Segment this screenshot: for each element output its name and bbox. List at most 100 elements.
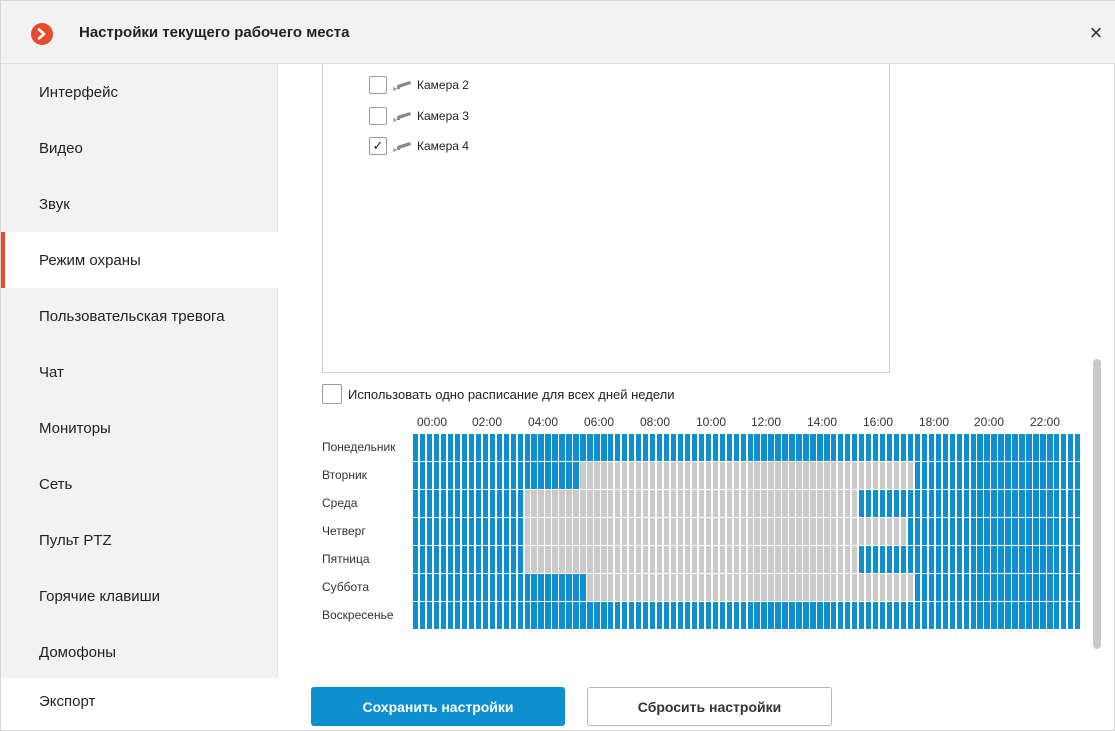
schedule-cell[interactable] xyxy=(789,434,795,461)
schedule-cell[interactable] xyxy=(865,546,872,573)
schedule-cell[interactable] xyxy=(991,546,997,573)
schedule-cell[interactable] xyxy=(608,518,614,545)
schedule-cell[interactable] xyxy=(649,490,656,517)
schedule-cell[interactable] xyxy=(810,602,816,629)
schedule-cell[interactable] xyxy=(684,602,691,629)
schedule-cell[interactable] xyxy=(998,574,1004,601)
schedule-grid[interactable] xyxy=(413,434,1082,630)
schedule-cell[interactable] xyxy=(914,574,921,601)
schedule-cell[interactable] xyxy=(1005,602,1011,629)
reset-settings-button[interactable]: Сбросить настройки xyxy=(587,687,832,726)
schedule-cell[interactable] xyxy=(1005,518,1011,545)
schedule-cell[interactable] xyxy=(761,490,767,517)
schedule-cell[interactable] xyxy=(824,490,830,517)
schedule-cell[interactable] xyxy=(1019,518,1025,545)
schedule-cell[interactable] xyxy=(559,518,565,545)
schedule-cell[interactable] xyxy=(573,546,579,573)
schedule-cell[interactable] xyxy=(956,518,962,545)
schedule-cell[interactable] xyxy=(629,602,635,629)
schedule-cell[interactable] xyxy=(705,602,712,629)
schedule-cell[interactable] xyxy=(712,546,719,573)
schedule-cell[interactable] xyxy=(865,462,872,489)
schedule-cell[interactable] xyxy=(775,490,781,517)
schedule-cell[interactable] xyxy=(1054,462,1060,489)
schedule-cell[interactable] xyxy=(663,574,670,601)
schedule-cell[interactable] xyxy=(413,602,419,629)
schedule-cell[interactable] xyxy=(677,574,684,601)
schedule-cell[interactable] xyxy=(719,462,725,489)
schedule-cell[interactable] xyxy=(852,462,858,489)
schedule-cell[interactable] xyxy=(1033,462,1039,489)
schedule-cell[interactable] xyxy=(879,546,886,573)
schedule-cell[interactable] xyxy=(566,602,572,629)
schedule-cell[interactable] xyxy=(1075,490,1081,517)
schedule-cell[interactable] xyxy=(796,462,802,489)
schedule-cell[interactable] xyxy=(601,434,607,461)
schedule-cell[interactable] xyxy=(754,602,760,629)
schedule-cell[interactable] xyxy=(824,434,830,461)
schedule-cell[interactable] xyxy=(921,518,928,545)
schedule-cell[interactable] xyxy=(580,462,586,489)
schedule-cell[interactable] xyxy=(684,518,691,545)
schedule-cell[interactable] xyxy=(768,518,774,545)
schedule-cell[interactable] xyxy=(622,574,628,601)
schedule-cell[interactable] xyxy=(573,602,579,629)
schedule-cell[interactable] xyxy=(761,462,767,489)
schedule-cell[interactable] xyxy=(977,546,983,573)
schedule-cell[interactable] xyxy=(1005,434,1011,461)
schedule-cell[interactable] xyxy=(740,434,746,461)
schedule-cell[interactable] xyxy=(454,574,461,601)
schedule-cell[interactable] xyxy=(503,434,509,461)
schedule-cell[interactable] xyxy=(782,434,788,461)
schedule-cell[interactable] xyxy=(872,574,879,601)
schedule-cell[interactable] xyxy=(503,546,509,573)
schedule-cell[interactable] xyxy=(489,518,496,545)
schedule-cell[interactable] xyxy=(942,602,948,629)
schedule-cell[interactable] xyxy=(963,602,969,629)
schedule-cell[interactable] xyxy=(468,434,475,461)
schedule-cell[interactable] xyxy=(1026,434,1032,461)
schedule-cell[interactable] xyxy=(461,462,468,489)
schedule-cell[interactable] xyxy=(872,434,879,461)
schedule-cell[interactable] xyxy=(1054,518,1060,545)
schedule-cell[interactable] xyxy=(942,546,948,573)
schedule-cell[interactable] xyxy=(642,434,649,461)
schedule-cell[interactable] xyxy=(796,602,802,629)
schedule-cell[interactable] xyxy=(663,518,670,545)
schedule-cell[interactable] xyxy=(503,574,509,601)
schedule-cell[interactable] xyxy=(719,574,725,601)
schedule-cell[interactable] xyxy=(433,602,440,629)
schedule-cell[interactable] xyxy=(517,518,523,545)
schedule-cell[interactable] xyxy=(963,490,969,517)
schedule-cell[interactable] xyxy=(552,546,558,573)
schedule-cell[interactable] xyxy=(824,574,830,601)
schedule-cell[interactable] xyxy=(629,546,635,573)
schedule-cell[interactable] xyxy=(677,518,684,545)
close-icon[interactable]: × xyxy=(1082,19,1110,47)
schedule-cell[interactable] xyxy=(859,602,865,629)
schedule-cell[interactable] xyxy=(712,434,719,461)
schedule-cell[interactable] xyxy=(949,546,955,573)
sidebar-item[interactable]: Домофоны xyxy=(1,624,278,680)
schedule-cell[interactable] xyxy=(433,434,440,461)
schedule-cell[interactable] xyxy=(914,602,921,629)
schedule-cell[interactable] xyxy=(886,546,893,573)
schedule-cell[interactable] xyxy=(482,546,489,573)
schedule-cell[interactable] xyxy=(1061,574,1067,601)
schedule-cell[interactable] xyxy=(1047,434,1053,461)
schedule-cell[interactable] xyxy=(594,462,600,489)
schedule-cell[interactable] xyxy=(649,546,656,573)
schedule-cell[interactable] xyxy=(691,462,698,489)
schedule-cell[interactable] xyxy=(670,546,677,573)
schedule-cell[interactable] xyxy=(754,434,760,461)
schedule-cell[interactable] xyxy=(740,490,746,517)
schedule-cell[interactable] xyxy=(998,602,1004,629)
schedule-cell[interactable] xyxy=(447,434,454,461)
schedule-cell[interactable] xyxy=(468,574,475,601)
schedule-cell[interactable] xyxy=(984,434,990,461)
schedule-cell[interactable] xyxy=(1026,574,1032,601)
schedule-cell[interactable] xyxy=(1026,518,1032,545)
schedule-cell[interactable] xyxy=(426,546,433,573)
schedule-cell[interactable] xyxy=(622,546,628,573)
schedule-cell[interactable] xyxy=(935,518,942,545)
